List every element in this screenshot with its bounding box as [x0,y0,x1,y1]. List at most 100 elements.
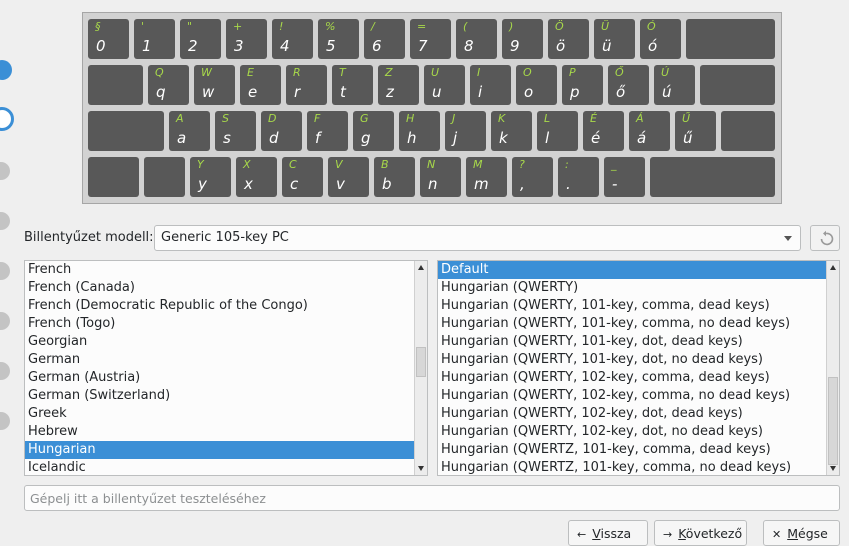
key-base-label: é [591,129,601,147]
key-shift-label: H [406,112,415,125]
scrollbar-thumb[interactable] [416,347,426,377]
scroll-down-icon[interactable] [418,466,424,471]
variant-list-item[interactable]: Hungarian (QWERTY, 101-key, dot, dead ke… [438,333,826,351]
scroll-up-icon[interactable] [830,265,836,270]
variant-list-item[interactable]: Hungarian (QWERTY, 101-key, comma, no de… [438,315,826,333]
layout-list-scrollbar[interactable] [414,261,427,475]
key-base-label: h [407,129,417,147]
scrollbar-thumb[interactable] [828,377,838,465]
layout-list-item[interactable]: French [25,261,414,279]
key-shift-label: / [371,20,375,33]
layout-list-item[interactable]: Hungarian [25,441,414,459]
key-shift-label: § [95,20,101,33]
variant-list-item[interactable]: Default [438,261,826,279]
next-button[interactable]: → Következő [654,520,747,546]
keyboard-key: Gg [353,111,394,151]
key-base-label: r [294,83,301,101]
step-dot-pending [0,212,10,230]
layout-list-item[interactable]: Icelandic [25,459,414,475]
layout-list-item[interactable]: French (Canada) [25,279,414,297]
keyboard-key: Yy [190,157,231,197]
key-base-label: 3 [234,37,244,55]
keyboard-key [686,19,775,59]
variant-list-item[interactable]: Hungarian (QWERTY, 101-key, dot, no dead… [438,351,826,369]
back-button[interactable]: ← Vissza [568,520,648,546]
keyboard-key: Dd [261,111,302,151]
key-shift-label: O [523,66,532,79]
key-shift-label: P [569,66,576,79]
keyboard-key: Ee [240,65,281,105]
keyboard-key: ' 1 [134,19,175,59]
layout-list-item[interactable]: German [25,351,414,369]
variant-list-item[interactable]: Hungarian (QWERTZ, 101-key, comma, no de… [438,459,826,475]
key-shift-label: Á [636,112,644,125]
cancel-button[interactable]: ✕ Mégse [763,520,840,546]
keyboard-key: ) 9 [502,19,543,59]
variant-list-scrollbar[interactable] [826,261,839,475]
keyboard-key: Oo [516,65,557,105]
layout-list-item[interactable]: French (Democratic Republic of the Congo… [25,297,414,315]
key-base-label: 8 [464,37,474,55]
keyboard-key: ?, [512,157,553,197]
layout-list-item[interactable]: German (Switzerland) [25,387,414,405]
key-base-label: 7 [418,37,428,55]
layout-list-item[interactable]: French (Togo) [25,315,414,333]
layout-list-item[interactable]: Georgian [25,333,414,351]
key-base-label: ó [648,37,658,55]
keyboard-key [88,111,164,151]
keyboard-key [700,65,775,105]
variant-list-item[interactable]: Hungarian (QWERTY, 101-key, comma, dead … [438,297,826,315]
arrow-right-icon: → [663,528,673,541]
key-shift-label: V [335,158,343,171]
key-shift-label: G [360,112,369,125]
layout-list-item[interactable]: Greek [25,405,414,423]
variant-list[interactable]: Default Hungarian (QWERTY) Hungarian (QWER… [437,260,840,476]
variant-list-item[interactable]: Hungarian (QWERTY, 102-key, dot, no dead… [438,423,826,441]
layout-list-item[interactable]: German (Austria) [25,369,414,387]
key-shift-label: X [243,158,251,171]
keyboard-key: = 7 [410,19,451,59]
variant-list-item[interactable]: Hungarian (QWERTY, 102-key, comma, dead … [438,369,826,387]
keyboard-key: Aa [169,111,210,151]
variant-list-item[interactable]: Hungarian (QWERTY, 102-key, comma, no de… [438,387,826,405]
reset-model-button[interactable] [810,225,840,251]
keyboard-model-dropdown[interactable]: Generic 105-key PC [154,225,801,251]
keyboard-key: § 0 [88,19,129,59]
key-base-label: b [382,175,392,193]
keyboard-key [88,157,139,197]
key-shift-label: U [431,66,440,79]
keyboard-test-input[interactable] [24,485,840,511]
key-shift-label: : [565,158,569,171]
key-shift-label: ? [519,158,525,171]
variant-list-item[interactable]: Hungarian (QWERTY) [438,279,826,297]
keyboard-key: Áá [629,111,670,151]
keyboard-key: Ss [215,111,256,151]
keyboard-key: :. [558,157,599,197]
key-base-label: m [474,175,489,193]
layout-list-item[interactable]: Hebrew [25,423,414,441]
keyboard-key: Pp [562,65,603,105]
scroll-up-icon[interactable] [418,265,424,270]
key-shift-label: Ü [601,20,610,33]
step-dot-pending [0,262,10,280]
keyboard-key: Rr [286,65,327,105]
key-base-label: c [290,175,299,193]
step-dot-pending [0,162,10,180]
key-shift-label: + [233,20,243,33]
key-shift-label: ' [141,20,145,33]
variant-list-item[interactable]: Hungarian (QWERTY, 102-key, dot, dead ke… [438,405,826,423]
layout-list[interactable]: French French (Canada) French (Democratic … [24,260,428,476]
variant-list-item[interactable]: Hungarian (QWERTZ, 101-key, comma, dead … [438,441,826,459]
key-base-label: ű [683,129,693,147]
key-base-label: 9 [510,37,520,55]
keyboard-key: Vv [328,157,369,197]
key-base-label: v [336,175,345,193]
key-shift-label: " [187,20,193,33]
close-icon: ✕ [772,528,782,541]
key-base-label: p [570,83,580,101]
scroll-down-icon[interactable] [830,466,836,471]
key-base-label: t [340,83,346,101]
key-base-label: l [545,129,550,147]
key-shift-label: F [314,112,321,125]
keyboard-key [650,157,775,197]
